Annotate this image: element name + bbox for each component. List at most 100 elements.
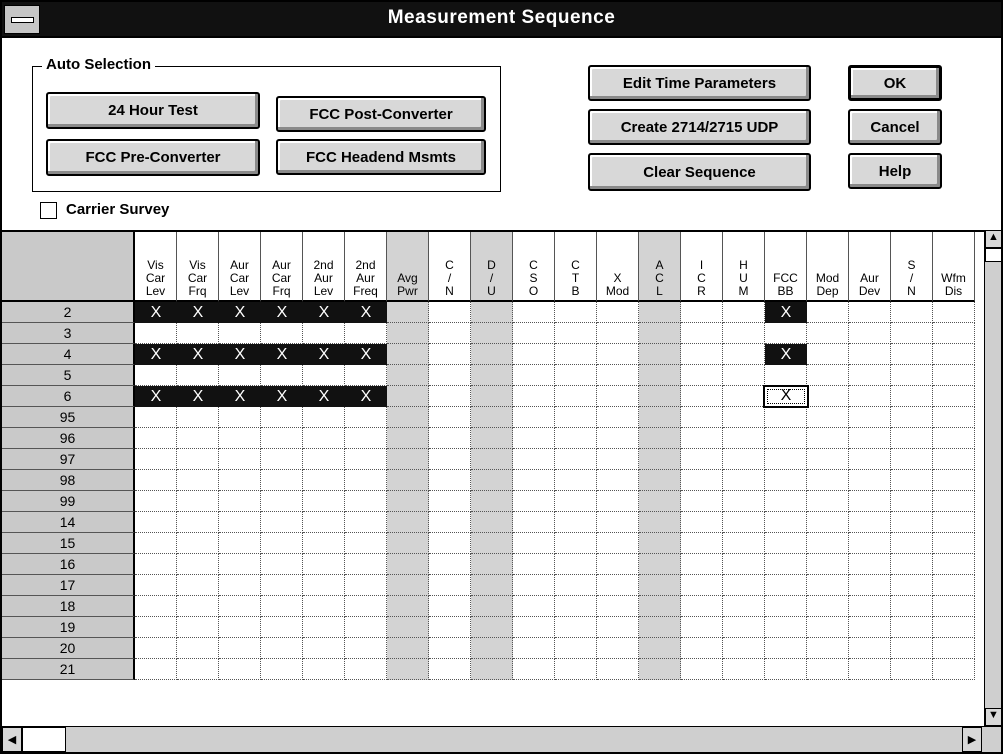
grid-cell[interactable] <box>345 491 387 512</box>
grid-cell[interactable] <box>765 428 807 449</box>
create-udp-button[interactable]: Create 2714/2715 UDP <box>588 109 811 145</box>
grid-cell[interactable] <box>471 554 513 575</box>
grid-cell[interactable] <box>597 533 639 554</box>
grid-cell[interactable] <box>261 407 303 428</box>
grid-cell[interactable] <box>597 302 639 323</box>
grid-cell[interactable] <box>891 659 933 680</box>
grid-cell[interactable] <box>513 386 555 407</box>
grid-cell[interactable] <box>471 617 513 638</box>
grid-cell[interactable] <box>219 407 261 428</box>
grid-cell[interactable] <box>219 575 261 596</box>
grid-cell[interactable] <box>303 449 345 470</box>
grid-cell[interactable] <box>723 449 765 470</box>
grid-cell[interactable] <box>807 596 849 617</box>
grid-cell[interactable] <box>765 554 807 575</box>
grid-cell[interactable] <box>933 344 975 365</box>
grid-cell[interactable] <box>807 386 849 407</box>
grid-cell[interactable] <box>135 554 177 575</box>
grid-cell[interactable] <box>765 407 807 428</box>
grid-cell[interactable] <box>261 659 303 680</box>
grid-cell[interactable] <box>345 659 387 680</box>
grid-cell[interactable] <box>429 407 471 428</box>
grid-cell[interactable] <box>387 638 429 659</box>
grid-cell[interactable] <box>849 617 891 638</box>
grid-cell[interactable] <box>513 533 555 554</box>
grid-cell[interactable] <box>807 491 849 512</box>
grid-cell[interactable] <box>513 365 555 386</box>
grid-cell[interactable] <box>681 470 723 491</box>
grid-cell[interactable] <box>933 659 975 680</box>
grid-cell[interactable] <box>429 617 471 638</box>
grid-cell[interactable] <box>345 365 387 386</box>
grid-cell[interactable] <box>807 512 849 533</box>
selected-cell-mark[interactable]: X <box>303 302 345 323</box>
grid-cell[interactable] <box>219 638 261 659</box>
grid-cell[interactable] <box>177 638 219 659</box>
grid-cell[interactable] <box>513 449 555 470</box>
grid-cell[interactable] <box>849 596 891 617</box>
scroll-left-icon[interactable]: ◀ <box>2 727 22 752</box>
grid-cell[interactable] <box>807 428 849 449</box>
grid-cell[interactable] <box>555 449 597 470</box>
grid-cell[interactable] <box>597 470 639 491</box>
grid-cell[interactable] <box>765 596 807 617</box>
grid-cell[interactable] <box>177 428 219 449</box>
grid-cell[interactable] <box>555 491 597 512</box>
grid-cell[interactable] <box>891 365 933 386</box>
grid-cell[interactable] <box>723 575 765 596</box>
grid-cell[interactable] <box>429 533 471 554</box>
grid-cell[interactable] <box>639 386 681 407</box>
grid-cell[interactable] <box>261 617 303 638</box>
row-header[interactable]: 14 <box>2 512 135 533</box>
selected-cell-mark[interactable]: X <box>345 302 387 323</box>
selected-cell-mark[interactable]: X <box>177 386 219 407</box>
grid-cell[interactable] <box>177 617 219 638</box>
24-hour-test-button[interactable]: 24 Hour Test <box>46 92 260 129</box>
grid-cell[interactable] <box>513 302 555 323</box>
grid-cell[interactable] <box>429 512 471 533</box>
grid-cell[interactable] <box>471 470 513 491</box>
grid-cell[interactable] <box>765 512 807 533</box>
column-header[interactable]: C / N <box>429 232 471 302</box>
grid-cell[interactable] <box>261 491 303 512</box>
grid-cell[interactable] <box>849 554 891 575</box>
column-header[interactable]: 2nd Aur Freq <box>345 232 387 302</box>
selected-cell-mark[interactable]: X <box>219 302 261 323</box>
grid-cell[interactable] <box>891 533 933 554</box>
grid-cell[interactable] <box>639 575 681 596</box>
focused-cell-mark[interactable]: X <box>763 385 809 408</box>
row-header[interactable]: 96 <box>2 428 135 449</box>
grid-cell[interactable] <box>303 491 345 512</box>
grid-cell[interactable] <box>471 386 513 407</box>
grid-cell[interactable] <box>303 554 345 575</box>
grid-cell[interactable] <box>387 491 429 512</box>
grid-cell[interactable] <box>177 659 219 680</box>
grid-cell[interactable] <box>807 365 849 386</box>
fcc-post-converter-button[interactable]: FCC Post-Converter <box>276 96 486 132</box>
grid-cell[interactable] <box>723 428 765 449</box>
grid-cell[interactable] <box>471 365 513 386</box>
grid-cell[interactable] <box>513 659 555 680</box>
row-header[interactable]: 18 <box>2 596 135 617</box>
grid-cell[interactable] <box>303 659 345 680</box>
grid-cell[interactable] <box>555 533 597 554</box>
grid-cell[interactable] <box>303 617 345 638</box>
row-header[interactable]: 98 <box>2 470 135 491</box>
grid-cell[interactable] <box>681 407 723 428</box>
grid-cell[interactable] <box>597 449 639 470</box>
grid-cell[interactable] <box>933 323 975 344</box>
grid-cell[interactable] <box>513 323 555 344</box>
grid-cell[interactable] <box>219 554 261 575</box>
grid-cell[interactable] <box>807 575 849 596</box>
grid-cell[interactable] <box>933 365 975 386</box>
grid-cell[interactable] <box>429 302 471 323</box>
row-header[interactable]: 19 <box>2 617 135 638</box>
grid-cell[interactable] <box>219 449 261 470</box>
grid-cell[interactable] <box>933 554 975 575</box>
column-header[interactable]: FCC BB <box>765 232 807 302</box>
column-header[interactable]: D / U <box>471 232 513 302</box>
grid-cell[interactable] <box>765 491 807 512</box>
grid-cell[interactable] <box>597 491 639 512</box>
grid-cell[interactable] <box>429 323 471 344</box>
grid-cell[interactable] <box>597 407 639 428</box>
